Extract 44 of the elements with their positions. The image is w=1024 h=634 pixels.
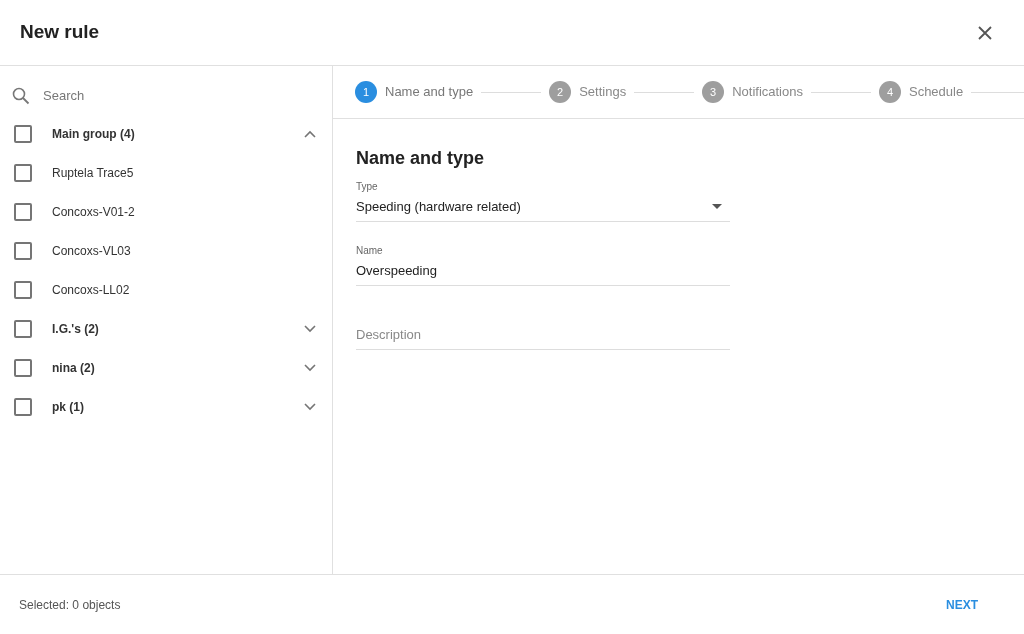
section-heading: Name and type xyxy=(356,147,486,170)
checkbox[interactable] xyxy=(14,280,32,299)
object-label: Concoxs-LL02 xyxy=(52,281,130,299)
field-label: Type xyxy=(356,179,379,194)
input-field[interactable]: Name Overspeeding xyxy=(356,222,730,286)
object-label: Concoxs-V01-2 xyxy=(52,203,135,221)
search-icon xyxy=(12,87,30,105)
dialog-title: New rule xyxy=(20,20,100,45)
checkbox[interactable] xyxy=(14,124,32,143)
input-field[interactable]: Description xyxy=(356,286,730,350)
chevron-down-icon[interactable] xyxy=(304,363,316,372)
checkbox[interactable] xyxy=(14,202,32,221)
step-number[interactable]: 1 xyxy=(355,81,377,103)
field-value: Speeding (hardware related) xyxy=(356,197,521,216)
group-label: Main group (4) xyxy=(52,125,135,143)
field-label: Name xyxy=(356,243,384,258)
step-label: Settings xyxy=(579,83,627,102)
group-label: pk (1) xyxy=(52,398,84,416)
object-label: Concoxs-VL03 xyxy=(52,242,131,260)
dropdown-caret-icon xyxy=(712,203,722,209)
step-number[interactable]: 2 xyxy=(549,81,572,103)
object-label: Ruptela Trace5 xyxy=(52,164,134,182)
checkbox[interactable] xyxy=(14,319,32,338)
chevron-down-icon[interactable] xyxy=(304,402,316,411)
field-value: Overspeeding xyxy=(356,261,437,280)
group-label: I.G.'s (2) xyxy=(52,320,99,338)
select-field[interactable]: Type Speeding (hardware related) xyxy=(356,178,730,222)
step-number[interactable]: 4 xyxy=(878,81,901,103)
chevron-up-icon[interactable] xyxy=(304,129,316,138)
next-button[interactable]: NEXT xyxy=(946,595,978,614)
checkbox[interactable] xyxy=(14,163,32,182)
field-placeholder: Description xyxy=(356,325,422,344)
chevron-down-icon[interactable] xyxy=(304,324,316,333)
checkbox[interactable] xyxy=(14,397,32,416)
group-label: nina (2) xyxy=(52,359,95,377)
step-label: Name and type xyxy=(385,83,474,102)
selection-status: Selected: 0 objects xyxy=(19,596,121,614)
checkbox[interactable] xyxy=(14,241,32,260)
close-icon[interactable] xyxy=(978,25,992,40)
checkbox[interactable] xyxy=(14,358,32,377)
step-number[interactable]: 3 xyxy=(702,81,725,103)
step-label: Schedule xyxy=(908,83,964,102)
step-label: Notifications xyxy=(732,83,803,102)
search-field[interactable]: Search xyxy=(43,86,293,106)
